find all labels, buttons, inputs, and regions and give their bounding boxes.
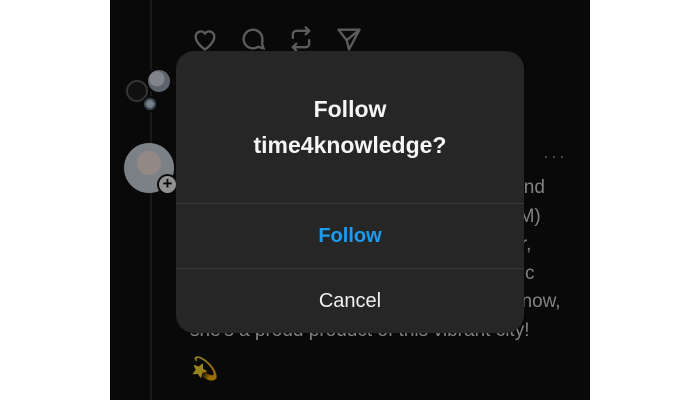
follow-button[interactable]: Follow (176, 204, 524, 268)
dialog-title: Follow time4knowledge? (176, 51, 524, 203)
cancel-button[interactable]: Cancel (176, 269, 524, 333)
dialog-title-line: Follow (313, 96, 387, 122)
follow-dialog: Follow time4knowledge? Follow Cancel (176, 51, 524, 333)
dialog-title-line: time4knowledge? (253, 132, 447, 158)
